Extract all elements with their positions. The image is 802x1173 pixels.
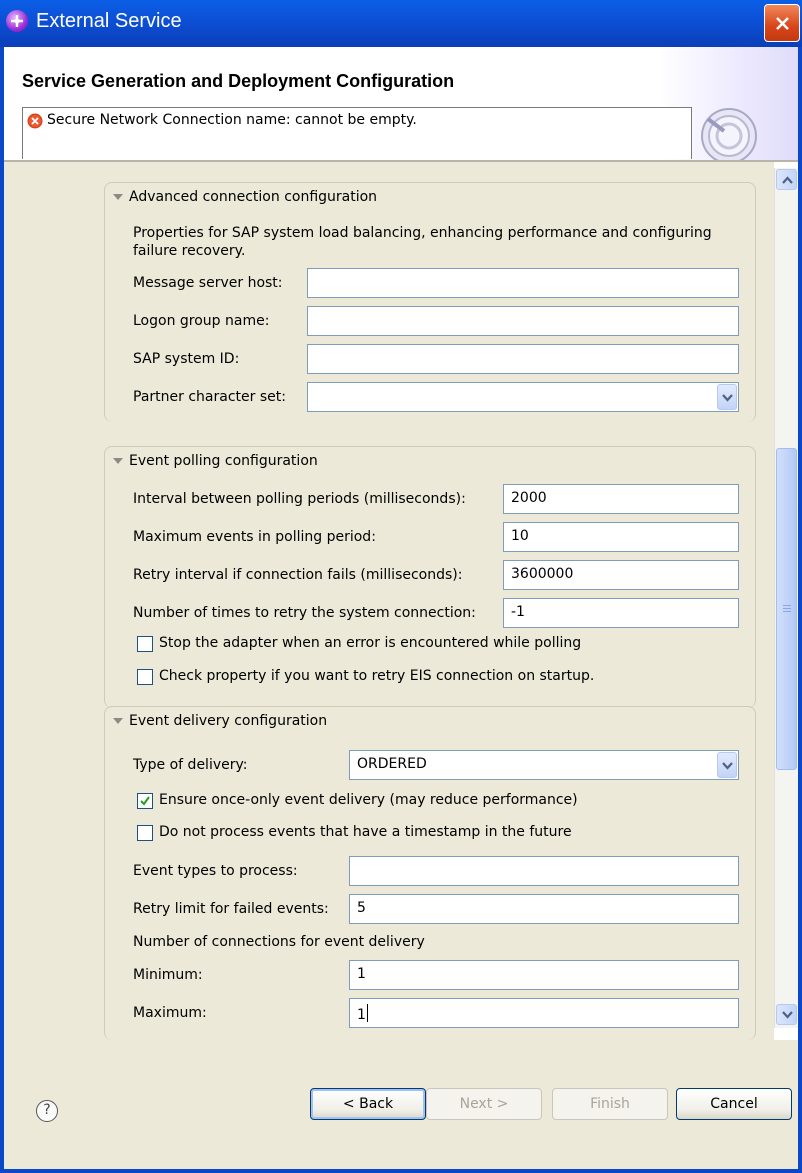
retry-on-startup-label[interactable]: Check property if you want to retry EIS … [159,668,594,684]
stop-on-error-checkbox[interactable] [137,636,153,652]
twistie-icon [113,718,123,724]
skip-future-events-label[interactable]: Do not process events that have a timest… [159,824,572,840]
section-title: Event delivery configuration [129,713,328,729]
scroll-up-button[interactable] [776,169,797,190]
max-events-input[interactable]: 10 [503,522,739,552]
wizard-graphic [701,108,757,164]
maximum-input[interactable]: 1 [349,998,739,1028]
once-only-delivery-checkbox[interactable] [137,793,153,809]
scrollbar-thumb[interactable] [776,448,797,770]
back-button[interactable]: < Back [310,1088,426,1120]
help-icon[interactable]: ? [36,1100,58,1122]
close-icon [776,17,789,30]
page-title: Service Generation and Deployment Config… [22,71,455,91]
event-types-label: Event types to process: [133,863,298,879]
retry-limit-label: Retry limit for failed events: [133,901,329,917]
stop-on-error-label[interactable]: Stop the adapter when an error is encoun… [159,635,581,651]
frame-bottom [0,1169,802,1173]
window-titlebar[interactable]: External Service [0,0,802,47]
scroll-up-icon [782,176,793,184]
wizard-button-bar: ? < Back Next > Finish Cancel [4,1040,798,1169]
scroll-down-icon [782,1011,793,1019]
maximum-value: 1 [357,1007,366,1023]
delivery-type-label: Type of delivery: [133,757,248,773]
app-icon [6,10,28,32]
thumb-grip [783,605,791,606]
section-header-advanced[interactable]: Advanced connection configuration [113,189,377,205]
retry-limit-input[interactable]: 5 [349,894,739,924]
connections-heading: Number of connections for event delivery [133,934,425,950]
retry-count-input[interactable]: -1 [503,598,739,628]
retry-interval-input[interactable]: 3600000 [503,560,739,590]
section-advanced-connection: Advanced connection configuration Proper… [104,182,756,422]
window-title: External Service [36,10,182,32]
once-only-delivery-label[interactable]: Ensure once-only event delivery (may red… [159,792,578,808]
delivery-type-value: ORDERED [357,756,427,772]
thumb-grip [783,608,791,609]
advanced-description: Properties for SAP system load balancing… [133,225,712,241]
twistie-icon [113,458,123,464]
vertical-scrollbar[interactable] [774,168,798,1028]
minimum-label: Minimum: [133,967,203,983]
polling-interval-label: Interval between polling periods (millis… [133,491,466,507]
error-icon [27,113,43,129]
message-server-host-input[interactable] [307,268,739,298]
logon-group-name-input[interactable] [307,306,739,336]
error-message: Secure Network Connection name: cannot b… [47,112,417,128]
cancel-button[interactable]: Cancel [676,1088,792,1120]
section-title: Event polling configuration [129,453,318,469]
sap-system-id-input[interactable] [307,344,739,374]
delivery-type-select[interactable]: ORDERED [349,750,739,780]
maximum-label: Maximum: [133,1005,207,1021]
event-types-input[interactable] [349,856,739,886]
sap-system-id-label: SAP system ID: [133,351,240,367]
max-events-label: Maximum events in polling period: [133,529,376,545]
frame-right [798,47,802,1173]
advanced-description-2: failure recovery. [133,243,246,259]
retry-interval-label: Retry interval if connection fails (mill… [133,567,463,583]
dropdown-arrow-icon[interactable] [717,752,737,778]
close-button[interactable] [764,4,800,42]
scroll-down-button[interactable] [776,1004,797,1025]
dropdown-arrow-icon[interactable] [717,384,737,410]
error-message-box: Secure Network Connection name: cannot b… [22,107,692,159]
finish-button[interactable]: Finish [552,1088,668,1120]
section-header-polling[interactable]: Event polling configuration [113,453,318,469]
partner-character-set-label: Partner character set: [133,389,286,405]
section-title: Advanced connection configuration [129,189,378,205]
checkmark-icon [140,796,150,806]
twistie-icon [113,194,123,200]
retry-count-label: Number of times to retry the system conn… [133,605,476,621]
thumb-grip [783,611,791,612]
polling-interval-input[interactable]: 2000 [503,484,739,514]
text-cursor [366,1004,368,1022]
partner-character-set-select[interactable] [307,382,739,412]
next-button[interactable]: Next > [426,1088,542,1120]
wizard-header: Service Generation and Deployment Config… [4,47,798,164]
skip-future-events-checkbox[interactable] [137,825,153,841]
section-event-delivery: Event delivery configuration Type of del… [104,706,756,1040]
section-header-delivery[interactable]: Event delivery configuration [113,713,327,729]
message-server-host-label: Message server host: [133,275,283,291]
retry-on-startup-checkbox[interactable] [137,669,153,685]
section-event-polling: Event polling configuration Interval bet… [104,446,756,708]
scrollable-content: Advanced connection configuration Proper… [4,162,774,1040]
logon-group-name-label: Logon group name: [133,313,270,329]
minimum-input[interactable]: 1 [349,960,739,990]
